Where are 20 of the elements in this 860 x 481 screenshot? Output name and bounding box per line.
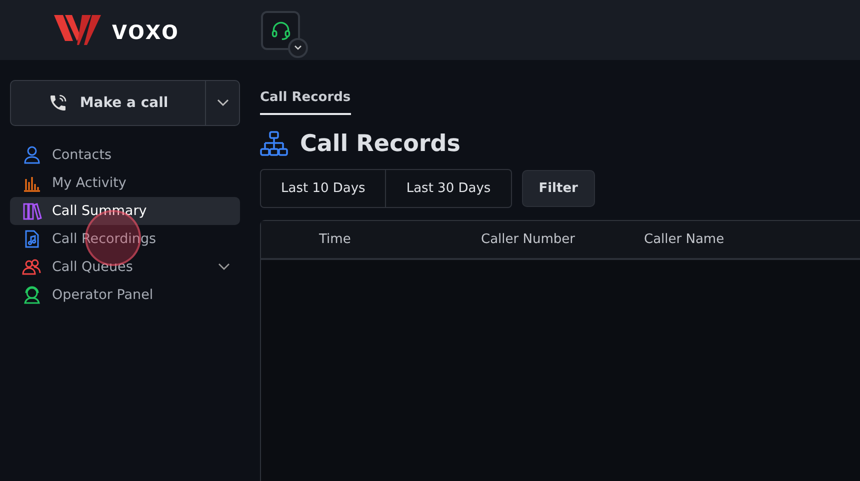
caret-icon[interactable] (288, 38, 308, 58)
phone-icon (48, 93, 68, 113)
headset-icon (270, 19, 292, 41)
logo-text: voxo (112, 14, 180, 46)
hierarchy-icon (260, 131, 288, 157)
column-header: Time (319, 232, 352, 247)
chevron-down-icon (216, 99, 228, 107)
sidebar-item[interactable]: Operator Panel (10, 281, 240, 309)
sidebar-item[interactable]: Contacts (10, 141, 240, 169)
date-range-button[interactable]: Last 10 Days (260, 169, 386, 208)
filter-button[interactable]: Filter (522, 170, 595, 207)
page-title: Call Records (300, 131, 460, 157)
date-range-button[interactable]: Last 30 Days (386, 169, 512, 208)
sidebar-item[interactable]: Call Summary (10, 197, 240, 225)
column-header: Caller Number (481, 232, 576, 247)
agent-status-button[interactable] (261, 10, 300, 50)
column-header: Caller Name (644, 232, 724, 247)
sidebar-item[interactable]: Call Queues (10, 253, 240, 281)
tab[interactable]: Call Records (260, 80, 351, 115)
sidebar-item[interactable]: My Activity (10, 169, 240, 197)
